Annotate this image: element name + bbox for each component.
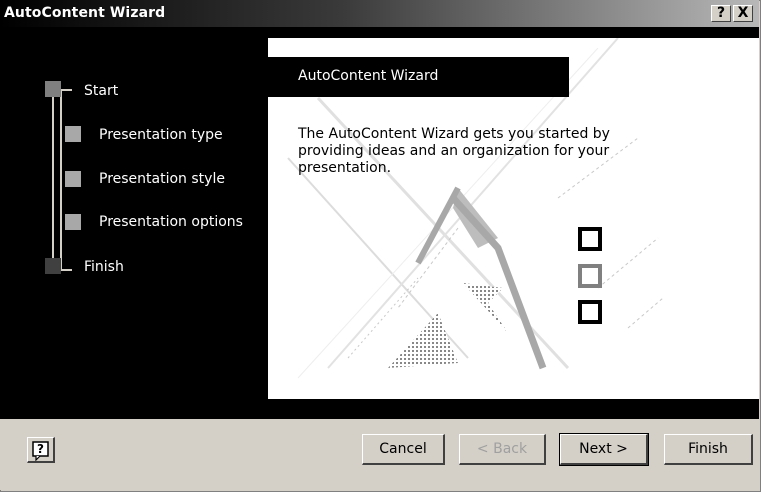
step-rail-bottom-cap: [60, 269, 72, 271]
close-button[interactable]: X: [733, 5, 753, 22]
step-presentation-type-marker: [65, 126, 81, 142]
svg-text:?: ?: [37, 442, 44, 456]
step-start-marker: [45, 81, 61, 97]
step-presentation-style-label: Presentation style: [99, 171, 225, 187]
sidebar-bottom-border: [0, 399, 268, 419]
decorative-square-icon: [578, 264, 602, 288]
next-button[interactable]: Next >: [559, 433, 649, 466]
step-finish-label: Finish: [84, 259, 124, 275]
close-icon: X: [737, 5, 749, 21]
back-button[interactable]: < Back: [459, 434, 546, 465]
cancel-button[interactable]: Cancel: [362, 434, 445, 465]
steps-sidebar: Start Presentation type Presentation sty…: [0, 27, 268, 402]
step-rail-right: [60, 91, 62, 271]
step-presentation-type-label: Presentation type: [99, 127, 223, 143]
office-assistant-button[interactable]: ?: [27, 437, 55, 463]
panel-description: The AutoContent Wizard gets you started …: [298, 126, 610, 176]
decorative-square-icon: [578, 300, 602, 324]
step-start-label: Start: [84, 83, 119, 99]
help-title-button[interactable]: ?: [711, 5, 731, 22]
step-rail-left: [52, 91, 54, 271]
step-presentation-options-label: Presentation options: [99, 214, 243, 230]
window-title: AutoContent Wizard: [4, 5, 166, 21]
step-presentation-style-marker: [65, 171, 81, 187]
help-balloon-icon: ?: [32, 441, 49, 461]
step-presentation-options-marker: [65, 214, 81, 230]
title-bar[interactable]: AutoContent Wizard ? X: [0, 0, 759, 27]
step-rail-top-cap: [60, 89, 72, 91]
panel-heading: AutoContent Wizard: [298, 68, 439, 84]
panel-top-border: [268, 27, 759, 38]
step-finish-marker: [45, 258, 61, 274]
finish-button[interactable]: Finish: [664, 434, 753, 465]
decorative-square-icon: [578, 227, 602, 251]
question-icon: ?: [716, 5, 726, 21]
panel-bottom-border: [268, 399, 759, 419]
